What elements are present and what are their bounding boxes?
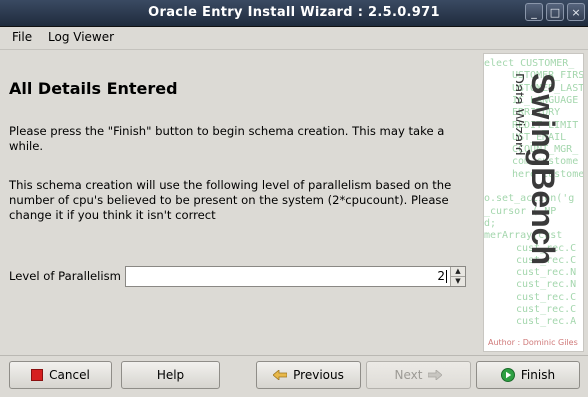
spinner-up-arrow-icon[interactable]: ▲ xyxy=(451,267,465,277)
parallelism-description-line-1: This schema creation will use the follow… xyxy=(9,178,452,192)
previous-button[interactable]: Previous xyxy=(256,361,361,389)
code-line: elect CUSTOMER_ xyxy=(484,58,575,69)
finish-instructions: Please press the "Finish" button to begi… xyxy=(9,124,471,154)
finish-button[interactable]: Finish xyxy=(476,361,580,389)
window-title: Oracle Entry Install Wizard : 2.5.0.971 xyxy=(148,5,440,20)
arrow-left-icon xyxy=(273,370,288,380)
parallelism-spinner[interactable]: 2 ▲ ▼ xyxy=(125,266,466,287)
help-button[interactable]: Help xyxy=(121,361,220,389)
help-button-label: Help xyxy=(156,368,185,382)
page-title: All Details Entered xyxy=(9,79,178,98)
code-line: cust_rec.C xyxy=(516,304,577,315)
maximize-button[interactable]: □ xyxy=(546,3,564,21)
play-icon xyxy=(500,368,515,382)
author-credit: Author : Dominic Giles xyxy=(488,338,578,347)
menu-log-viewer[interactable]: Log Viewer xyxy=(48,30,114,44)
text-caret xyxy=(446,270,447,283)
logo-title: SwingBench xyxy=(525,73,561,265)
code-line: d; xyxy=(484,217,497,229)
logo-subtitle: Data Wizard xyxy=(516,73,527,156)
code-line: cust_rec.C xyxy=(516,291,577,303)
swingbench-logo: SwingBench Data Wizard xyxy=(516,73,561,265)
spinner-down-arrow-icon[interactable]: ▼ xyxy=(451,277,465,286)
parallelism-description-line-2: number of cpu's believed to be present o… xyxy=(9,193,449,207)
code-line: cust_rec.A xyxy=(516,316,577,328)
close-button[interactable]: × xyxy=(567,3,585,21)
next-button[interactable]: Next xyxy=(366,361,471,389)
parallelism-label: Level of Parallelism xyxy=(9,269,121,283)
previous-button-label: Previous xyxy=(293,368,344,382)
parallelism-description-line-3: change it if you think it isn't correct xyxy=(9,208,216,222)
arrow-right-icon xyxy=(428,370,443,380)
minimize-button[interactable]: _ xyxy=(525,3,543,21)
wizard-content: All Details Entered Please press the "Fi… xyxy=(0,50,588,355)
button-bar-separator xyxy=(0,355,588,356)
menu-bar: File Log Viewer xyxy=(0,27,588,50)
parallelism-description: This schema creation will use the follow… xyxy=(9,178,471,223)
spinner-buttons: ▲ ▼ xyxy=(450,267,465,286)
parallelism-value[interactable]: 2 xyxy=(437,269,447,283)
next-button-label: Next xyxy=(394,368,423,382)
menu-file[interactable]: File xyxy=(12,30,32,44)
window-titlebar[interactable]: Oracle Entry Install Wizard : 2.5.0.971 … xyxy=(0,0,588,27)
swingbench-banner-image: elect CUSTOMER_ USTOMER_FIRST USTOMER_LAST… xyxy=(483,53,584,352)
finish-button-label: Finish xyxy=(520,368,556,382)
cancel-button[interactable]: Cancel xyxy=(9,361,112,389)
stop-icon xyxy=(31,369,44,381)
finish-instructions-line-2: while. xyxy=(9,139,44,153)
cancel-button-label: Cancel xyxy=(49,368,90,382)
finish-instructions-line-1: Please press the "Finish" button to begi… xyxy=(9,124,445,138)
